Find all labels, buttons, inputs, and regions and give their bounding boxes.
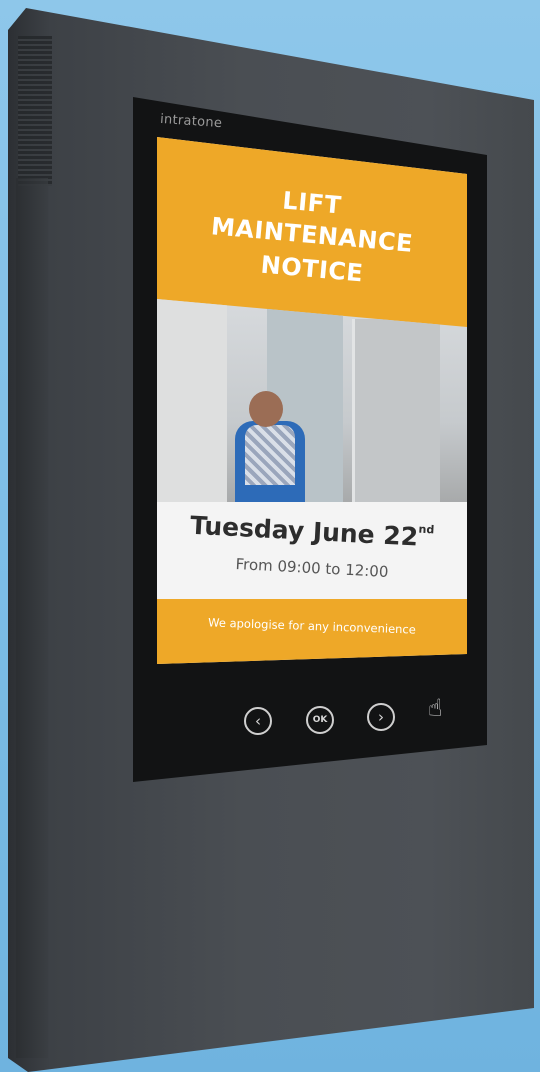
panel-side <box>16 178 48 1058</box>
photo-worker-shirt <box>245 425 295 485</box>
photo-wall <box>157 299 227 504</box>
next-button[interactable]: › <box>367 703 395 731</box>
photo-lift-cabin <box>352 319 440 504</box>
maintenance-photo <box>157 299 467 504</box>
prev-button[interactable]: ‹ <box>244 707 272 735</box>
speaker-vent <box>18 36 52 186</box>
notice-screen: LIFT MAINTENANCE NOTICE Tuesday June 22n… <box>157 137 467 664</box>
notice-date-suffix: nd <box>418 522 435 537</box>
hand-icon[interactable]: ☝ <box>428 694 443 722</box>
ok-button[interactable]: OK <box>306 706 334 734</box>
photo-worker-head <box>249 391 283 427</box>
